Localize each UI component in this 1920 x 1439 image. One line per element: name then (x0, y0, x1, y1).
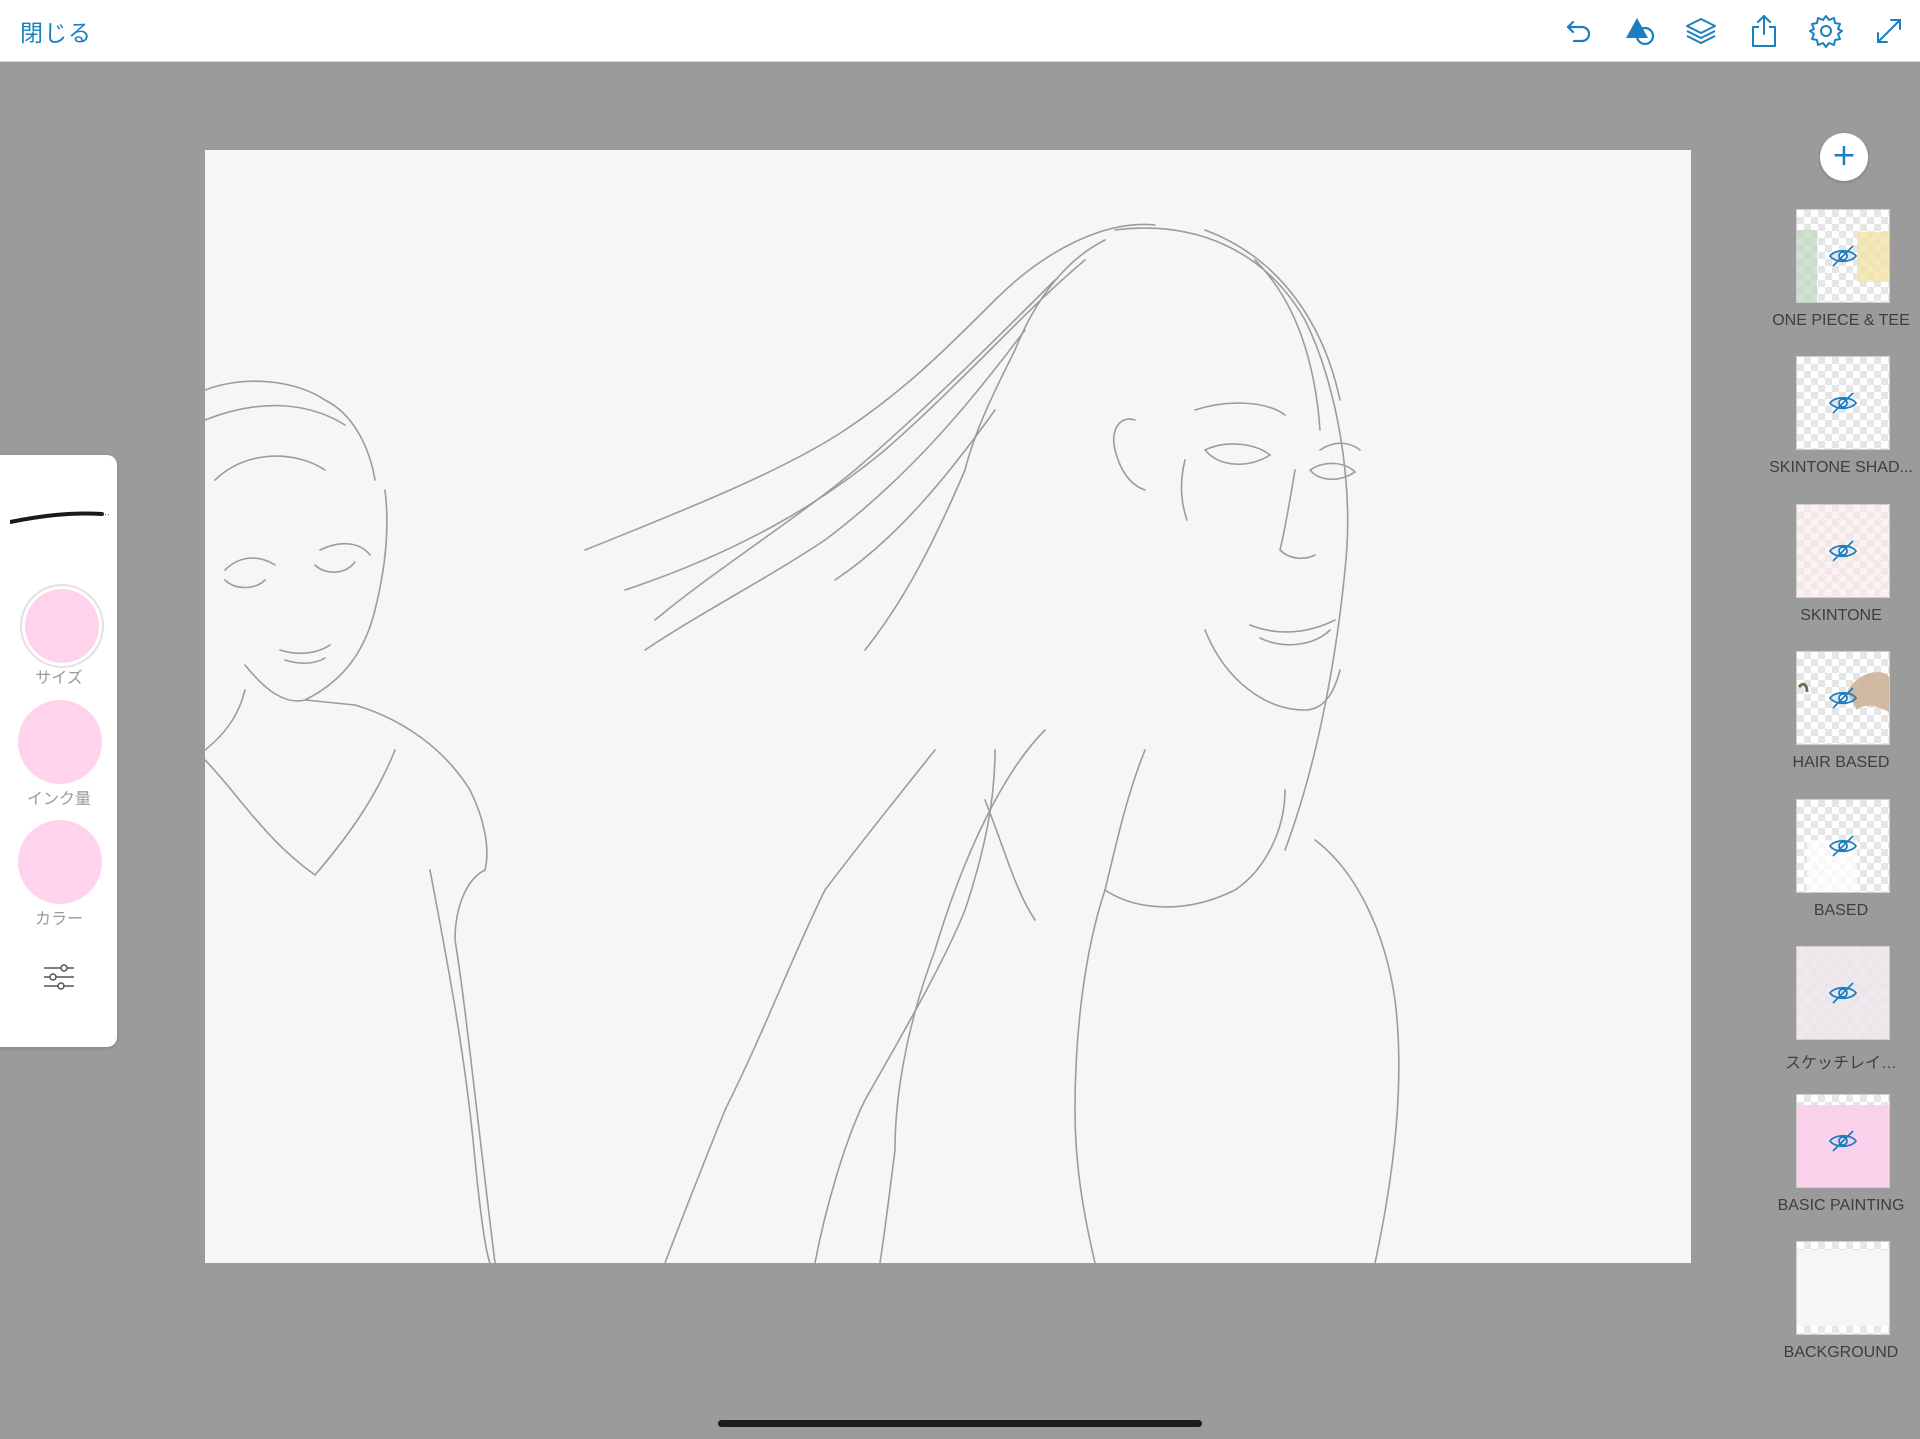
ink-amount-swatch[interactable] (18, 700, 102, 784)
color-label: カラー (34, 909, 83, 928)
settings-gear-icon[interactable] (1807, 12, 1845, 50)
layer-name: BASED (1813, 902, 1869, 919)
brush-size-swatch[interactable] (20, 584, 104, 668)
layer-name: HAIR BASED (1792, 754, 1890, 771)
layer-name: ONE PIECE & TEE (1772, 312, 1910, 329)
ink-amount-label: インク量 (26, 789, 91, 808)
layer-name: BASIC PAINTING (1777, 1197, 1905, 1214)
hidden-eye-icon[interactable] (1828, 388, 1858, 418)
undo-icon[interactable] (1560, 12, 1598, 50)
close-button[interactable]: 閉じる (20, 14, 92, 48)
hidden-eye-icon[interactable] (1828, 683, 1858, 713)
fullscreen-icon[interactable] (1870, 12, 1908, 50)
layer-name: スケッチレイ… (1784, 1055, 1897, 1072)
layer-thumbnail (1797, 505, 1889, 597)
hidden-eye-icon[interactable] (1828, 536, 1858, 566)
layer-thumbnail (1797, 357, 1889, 449)
layer-name: SKINTONE SHAD... (1769, 459, 1913, 476)
sliders-icon[interactable] (42, 960, 76, 994)
layer-thumbnail (1797, 800, 1889, 892)
layer-thumbnail (1797, 210, 1889, 302)
hidden-eye-icon[interactable] (1828, 978, 1858, 1008)
hidden-eye-icon[interactable] (1828, 831, 1858, 861)
top-toolbar: 閉じる (0, 0, 1920, 62)
layers-icon[interactable] (1682, 12, 1720, 50)
pencil-sketch-artwork (205, 223, 1400, 1263)
layer-name: BACKGROUND (1783, 1344, 1899, 1361)
add-layer-button[interactable]: + (1820, 133, 1868, 181)
hidden-eye-icon[interactable] (1828, 1126, 1858, 1156)
brush-stroke-preview[interactable] (10, 500, 110, 530)
layer-thumbnail (1797, 1095, 1889, 1187)
layer-thumbnail (1797, 947, 1889, 1039)
color-swatch[interactable] (18, 820, 102, 904)
drawing-canvas[interactable] (205, 150, 1691, 1263)
layer-thumbnail (1797, 1242, 1889, 1334)
shape-tool-icon[interactable] (1621, 12, 1659, 50)
layer-name: SKINTONE (1800, 607, 1882, 624)
home-indicator[interactable] (718, 1420, 1202, 1427)
hidden-eye-icon[interactable] (1828, 241, 1858, 271)
layer-thumbnail (1797, 652, 1889, 744)
brush-size-label: サイズ (35, 668, 83, 687)
share-icon[interactable] (1745, 12, 1783, 50)
